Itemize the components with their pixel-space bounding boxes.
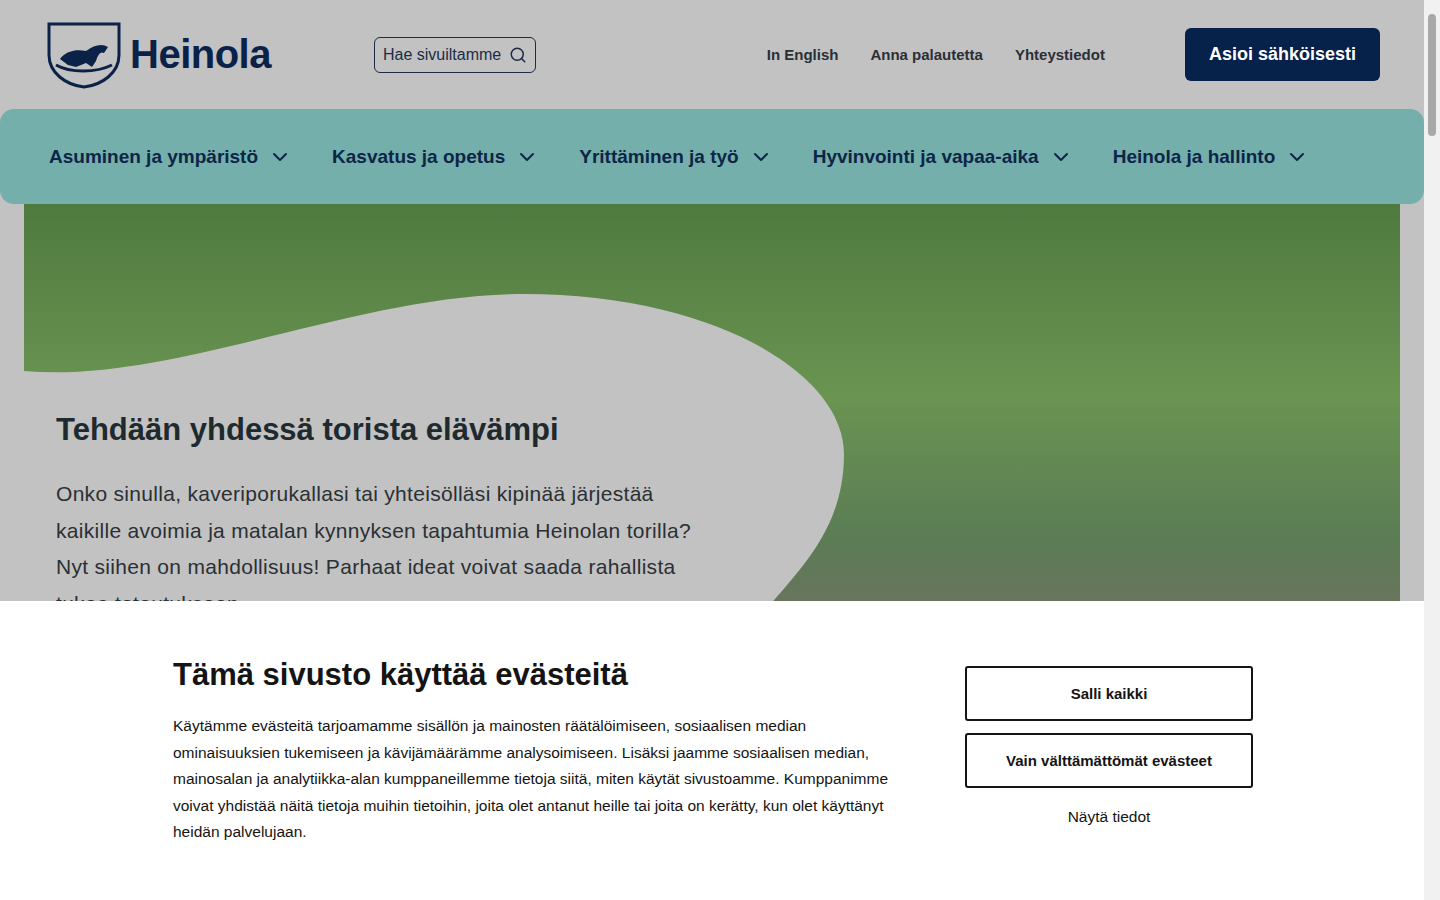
scrollbar[interactable] [1424, 0, 1440, 900]
hero-content: Tehdään yhdessä torista elävämpiOnko sin… [24, 204, 704, 622]
cookie-actions: Salli kaikki Vain välttämättömät evästeet… [965, 657, 1253, 900]
logo-text: Heinola [130, 32, 271, 77]
header-link[interactable]: In English [767, 46, 839, 63]
header-link[interactable]: Yhteystiedot [1015, 46, 1105, 63]
chevron-icon [268, 145, 292, 169]
chevron-icon [515, 145, 539, 169]
nav-item[interactable]: Asuminen ja ympäristö [49, 145, 292, 169]
cta-button[interactable]: Asioi sähköisesti [1185, 28, 1380, 81]
cookie-body: Tämä sivusto käyttää evästeitä Käytämme e… [173, 657, 899, 900]
chevron-icon [1049, 145, 1073, 169]
nav-item[interactable]: Hyvinvointi ja vapaa-aika [813, 145, 1073, 169]
scrollbar-thumb[interactable] [1428, 14, 1436, 136]
page: Heinola Hae sivuiltamme In English Anna pal… [0, 0, 1440, 900]
cookie-button[interactable]: Vain välttämättömät evästeet [965, 733, 1253, 788]
cookie-button[interactable]: Salli kaikki [965, 666, 1253, 721]
chevron-icon [749, 145, 773, 169]
chevron-icon [1285, 145, 1309, 169]
nav-item[interactable]: Kasvatus ja opetus [332, 145, 539, 169]
nav-item[interactable]: Yrittäminen ja työ [579, 145, 772, 169]
hero-title: Tehdään yhdessä torista elävämpi [56, 412, 704, 448]
details-link[interactable]: Näytä tiedot [1068, 808, 1151, 826]
nav-item[interactable]: Heinola ja hallinto [1113, 145, 1310, 169]
header: Heinola Hae sivuiltamme In English Anna pal… [0, 0, 1424, 109]
shield-icon [46, 21, 122, 89]
cookie-title: Tämä sivusto käyttää evästeitä [173, 657, 899, 693]
cookie-banner: Tämä sivusto käyttää evästeitä Käytämme e… [0, 601, 1424, 900]
logo[interactable]: Heinola [46, 21, 374, 89]
cookie-text: Käytämme evästeitä tarjoamamme sisällön … [173, 713, 899, 846]
header-link[interactable]: Anna palautetta [870, 46, 983, 63]
main-nav: Asuminen ja ympäristö Kasvatus ja opetus Y… [0, 109, 1424, 204]
header-links: In English Anna palautetta Yhteystiedot [767, 46, 1105, 63]
search-icon [509, 46, 527, 64]
search-field[interactable]: Hae sivuiltamme [374, 37, 536, 73]
